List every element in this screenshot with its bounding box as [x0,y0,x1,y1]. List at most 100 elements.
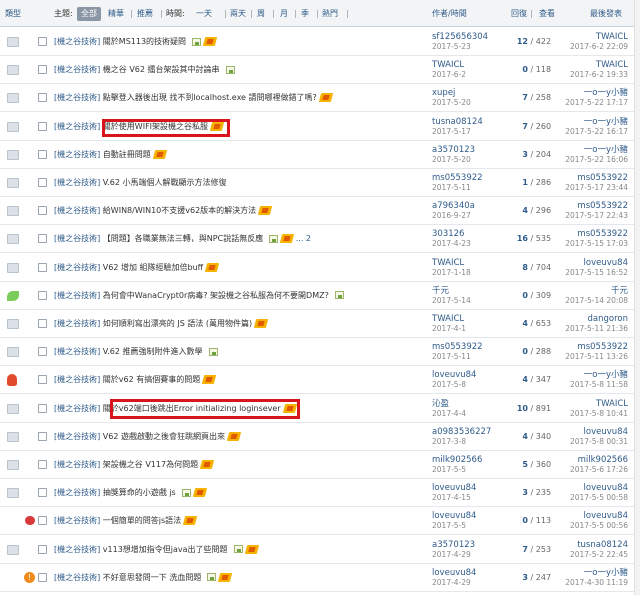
category-link[interactable]: [機之谷技術] [54,347,100,356]
category-link[interactable]: [機之谷技術] [54,573,100,582]
last-post-date[interactable]: 2017-4-30 11:19 [565,578,628,588]
last-author-name[interactable]: TWAICL [570,399,628,409]
last-author-name[interactable]: 千元 [565,286,628,296]
category-link[interactable]: [機之谷技術] [54,206,100,215]
author-name[interactable]: a796340a [432,201,475,211]
table-row[interactable]: [機之谷技術] 機之谷 V62 擂台架設其中討論串 TWAICL 2017-6-2 0… [0,56,640,85]
table-row[interactable]: [機之谷技術] 【問題】各職業無法三轉，與NPC說話無反應 ... 2 30312… [0,225,640,254]
last-post-date[interactable]: 2017-5-6 17:26 [570,465,628,475]
last-post-date[interactable]: 2017-5-14 20:08 [565,296,628,306]
category-link[interactable]: [機之谷技術] [54,93,100,102]
thread-title-link[interactable]: 架設機之谷 V117為何問題 [103,460,198,469]
author-name[interactable]: a3570123 [432,540,475,550]
thread-title-link[interactable]: V62 遊戲啟動之後會狂跳網頁出來 [103,432,225,441]
table-row[interactable]: [機之谷技術] 關於使用WIFI架設機之谷私服 tusna08124 2017-5-… [0,112,640,141]
table-row[interactable]: [機之谷技術] V.62 小馬端個人解戰顯示方法修復 ms0553922 2017-… [0,169,640,197]
thread-title-link[interactable]: 不好意思發問一下 洗血問題 [103,573,202,582]
table-row[interactable]: [機之谷技術] V62 遊戲啟動之後會狂跳網頁出來 a0983536227 2017… [0,422,640,451]
author-name[interactable]: xupej [432,88,471,98]
type-column-header[interactable]: 類型 [5,9,21,19]
last-author-name[interactable]: loveuvu84 [565,258,628,268]
row-checkbox[interactable] [38,262,47,272]
author-name[interactable]: ms0553922 [432,173,483,183]
last-post-date[interactable]: 2017-5-5 00:56 [570,521,628,531]
last-author-name[interactable]: 一o一y小豬 [565,117,628,127]
row-checkbox[interactable] [38,516,47,526]
table-row[interactable]: [機之谷技術] 抽獎算命的小遊戲 js loveuvu84 2017-4-15 3 /… [0,479,640,508]
last-post-date[interactable]: 2017-5-22 16:17 [565,127,628,137]
author-name[interactable]: tusna08124 [432,117,483,127]
last-post-date[interactable]: 2017-6-2 19:33 [570,70,628,80]
last-author-name[interactable]: ms0553922 [565,342,628,352]
author-name[interactable]: loveuvu84 [432,483,476,493]
author-name[interactable]: loveuvu84 [432,370,476,380]
thread-title-link[interactable]: 給WIN8/WIN10不支援v62版本的解決方法 [103,206,256,215]
last-author-name[interactable]: TWAICL [570,60,628,70]
last-post-date[interactable]: 2017-5-2 22:45 [570,550,628,560]
time-filter-week[interactable]: 周 [257,9,265,19]
last-post-date[interactable]: 2017-5-15 16:52 [565,268,628,278]
row-checkbox[interactable] [38,572,47,582]
last-post-date[interactable]: 2017-5-11 13:26 [565,352,628,362]
thread-title-link[interactable]: V.62 小馬端個人解戰顯示方法修復 [103,178,227,187]
category-link[interactable]: [機之谷技術] [54,375,100,384]
time-filter-month[interactable]: 月 [280,9,288,19]
author-name[interactable]: milk902566 [432,455,482,465]
category-link[interactable]: [機之谷技術] [54,460,100,469]
table-row[interactable]: [機之谷技術] 架設機之谷 V117為何問題 milk902566 2017-5-5… [0,451,640,479]
last-post-date[interactable]: 2017-5-22 17:17 [565,98,628,108]
row-checkbox[interactable] [38,206,47,216]
author-name[interactable]: 303126 [432,229,471,239]
last-author-name[interactable]: loveuvu84 [570,511,628,521]
row-checkbox[interactable] [38,37,47,46]
last-post-date[interactable]: 2017-5-22 16:06 [565,155,628,165]
author-name[interactable]: TWAICL [432,258,471,268]
last-post-date[interactable]: 2017-5-8 00:31 [570,437,628,447]
last-author-name[interactable]: 一o一y小豬 [565,145,628,155]
thread-title-link[interactable]: 關於MS113的技術疑問 [103,37,186,46]
row-checkbox[interactable] [38,403,47,413]
category-link[interactable]: [機之谷技術] [54,234,100,243]
last-post-date[interactable]: 2017-5-17 22:43 [565,211,628,221]
author-name[interactable]: loveuvu84 [432,511,476,521]
hot-filter-button[interactable]: 熱門 [322,9,338,19]
thread-title-link[interactable]: 一個簡單的問答js語法 [103,516,181,525]
row-checkbox[interactable] [38,290,47,300]
thread-title-link[interactable]: 【問題】各職業無法三轉，與NPC說話無反應 [103,234,263,243]
table-row[interactable]: [機之谷技術] 關於v62端口後跳出Error initializing log… [0,394,640,423]
row-checkbox[interactable] [38,460,47,469]
last-author-name[interactable]: ms0553922 [565,229,628,239]
category-link[interactable]: [機之谷技術] [54,319,100,328]
last-author-name[interactable]: ms0553922 [565,201,628,211]
last-post-date[interactable]: 2017-5-17 23:44 [565,183,628,193]
table-row[interactable]: [機之谷技術] 給WIN8/WIN10不支援v62版本的解決方法 a796340a… [0,197,640,226]
table-row[interactable]: [機之谷技術] 關於MS113的技術疑問 sf125656304 2017-5-23… [0,28,640,56]
row-checkbox[interactable] [38,93,47,103]
last-author-name[interactable]: loveuvu84 [570,483,628,493]
row-checkbox[interactable] [38,488,47,498]
thread-title-link[interactable]: V62 增加 組隊經驗加倍buff [103,263,203,272]
table-row[interactable]: [機之谷技術] 關於v62 有搞個賽事的問題 loveuvu84 2017-5-8 4… [0,366,640,395]
row-checkbox[interactable] [38,544,47,554]
reply-column-header[interactable]: 回復 [511,9,527,19]
last-author-name[interactable]: 一o一y小豬 [565,568,628,578]
filter-all-button[interactable]: 全部 [77,7,101,21]
table-row[interactable]: [機之谷技術] 點擊登入器後出現 找不到localhost.exe 請問哪裡做錯… [0,84,640,113]
table-row[interactable]: [機之谷技術] 一個簡單的問答js語法 loveuvu84 2017-5-5 0 / … [0,507,640,536]
last-post-date[interactable]: 2017-5-5 00:58 [570,493,628,503]
thread-title-link[interactable]: 點擊登入器後出現 找不到localhost.exe 請問哪裡做錯了嗎? [103,93,317,102]
last-author-name[interactable]: ms0553922 [565,173,628,183]
page-scrollbar[interactable] [634,0,640,595]
category-link[interactable]: [機之谷技術] [54,432,100,441]
table-row[interactable]: [機之谷技術] 自動註冊問題 a3570123 2017-5-20 3 / 204 一o… [0,140,640,169]
category-link[interactable]: [機之谷技術] [54,404,100,413]
last-author-name[interactable]: 一o一y小豬 [565,88,628,98]
last-author-name[interactable]: loveuvu84 [570,427,628,437]
category-link[interactable]: [機之谷技術] [54,122,100,131]
row-checkbox[interactable] [38,65,47,75]
last-post-column-header[interactable]: 最後發表 [590,9,622,19]
author-name[interactable]: a0983536227 [432,427,491,437]
category-link[interactable]: [機之谷技術] [54,37,100,46]
category-link[interactable]: [機之谷技術] [54,65,100,74]
last-author-name[interactable]: 一o一y小豬 [570,370,628,380]
